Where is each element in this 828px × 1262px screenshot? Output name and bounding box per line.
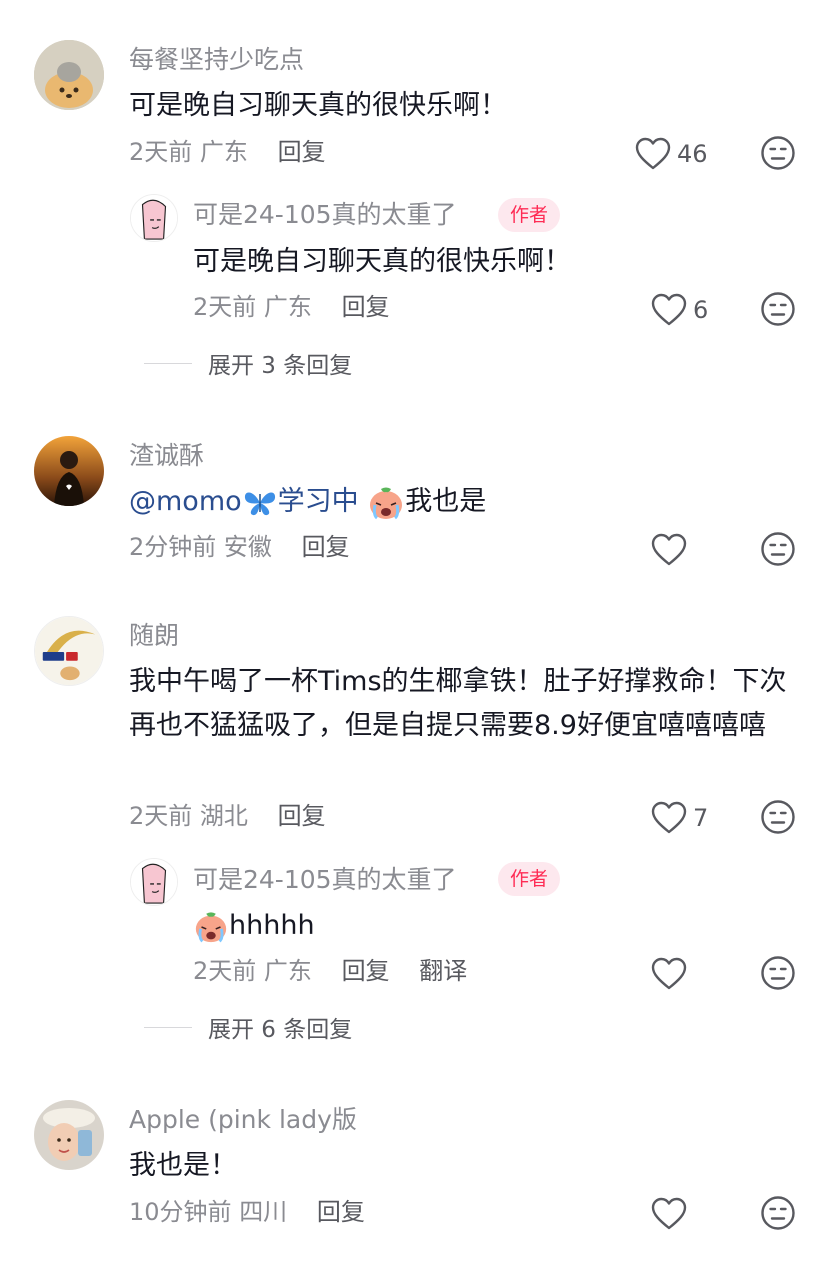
comment-time: 2天前 — [129, 802, 193, 830]
mention-link[interactable]: @momo 学习中 — [129, 486, 359, 517]
comment-time: 10分钟前 — [129, 1198, 232, 1226]
dislike-icon[interactable] — [760, 291, 796, 327]
reply-time: 2天前 — [193, 293, 257, 321]
crying-emoji-icon — [195, 911, 227, 942]
like-button[interactable]: 7 — [651, 798, 708, 838]
comment-meta: 2分钟前 安徽 回复 — [129, 531, 350, 563]
reply-username[interactable]: 可是24-105真的太重了 — [193, 864, 457, 896]
expand-replies[interactable]: 展开 6 条回复 — [144, 1010, 352, 1044]
dislike-icon[interactable] — [760, 531, 796, 567]
reply-time: 2天前 — [193, 957, 257, 985]
dislike-icon[interactable] — [760, 955, 796, 991]
comment-meta: 2天前 湖北 回复 — [129, 800, 326, 832]
translate-button[interactable]: 翻译 — [419, 957, 467, 985]
username[interactable]: 每餐坚持少吃点 — [129, 44, 304, 76]
comment-meta: 10分钟前 四川 回复 — [129, 1196, 365, 1228]
comment-time: 2天前 — [129, 138, 193, 166]
username[interactable]: Apple (pink lady版 — [129, 1104, 357, 1136]
like-count: 7 — [693, 804, 709, 832]
reply-text: 可是晚自习聊天真的很快乐啊！ — [193, 246, 571, 277]
comment-location: 湖北 — [199, 802, 248, 830]
reply-location: 广东 — [263, 957, 312, 985]
reply-location: 广东 — [263, 293, 312, 321]
like-button[interactable] — [651, 954, 687, 994]
comment-text: 我也是！ — [129, 1150, 237, 1181]
butterfly-icon — [244, 492, 275, 515]
expand-label: 展开 3 条回复 — [208, 353, 353, 379]
expand-replies[interactable]: 展开 3 条回复 — [144, 346, 352, 380]
reply-button[interactable]: 回复 — [278, 802, 326, 830]
comment-text: @momo 学习中 我也是 — [129, 480, 486, 524]
author-badge: 作者 — [498, 862, 561, 896]
comment-meta: 2天前 广东 回复 — [129, 136, 326, 168]
author-badge: 作者 — [498, 198, 561, 232]
heart-icon — [635, 137, 671, 170]
username[interactable]: 渣诚酥 — [129, 440, 204, 472]
reply-button[interactable]: 回复 — [342, 293, 390, 321]
reply-button[interactable]: 回复 — [317, 1198, 365, 1226]
avatar[interactable] — [34, 40, 104, 110]
dislike-icon[interactable] — [760, 135, 796, 171]
crying-emoji-icon — [370, 487, 403, 519]
like-button[interactable]: 6 — [651, 290, 708, 330]
dislike-icon[interactable] — [760, 1195, 796, 1231]
expand-label: 展开 6 条回复 — [208, 1017, 353, 1043]
author-avatar[interactable] — [130, 858, 178, 906]
reply-button[interactable]: 回复 — [302, 533, 350, 561]
like-button[interactable] — [651, 1194, 687, 1234]
heart-icon — [651, 533, 687, 566]
heart-icon — [651, 293, 687, 326]
like-count: 6 — [693, 296, 709, 324]
reply-meta: 2天前 广东 回复 翻译 — [193, 955, 467, 987]
like-button[interactable]: 46 — [635, 134, 708, 174]
like-count: 46 — [677, 140, 708, 168]
divider — [144, 1026, 192, 1028]
avatar[interactable] — [34, 1100, 104, 1170]
reply-button[interactable]: 回复 — [342, 957, 390, 985]
comment-location: 广东 — [199, 138, 248, 166]
reply-button[interactable]: 回复 — [278, 138, 326, 166]
comment-location: 四川 — [239, 1198, 288, 1226]
avatar[interactable] — [34, 436, 104, 506]
dislike-icon[interactable] — [760, 799, 796, 835]
reply-username[interactable]: 可是24-105真的太重了 — [193, 199, 457, 231]
comment-text: 可是晚自习聊天真的很快乐啊！ — [129, 90, 507, 121]
comment-text: 我中午喝了一杯Tims的生椰拿铁！肚子好撑救命！下次再也不猛猛吸了，但是自提只需… — [129, 666, 787, 741]
like-button[interactable] — [651, 530, 687, 570]
heart-icon — [651, 1197, 687, 1230]
divider — [144, 362, 192, 364]
comment-location: 安徽 — [223, 533, 272, 561]
reply-text: hhhhh — [193, 904, 315, 948]
reply-meta: 2天前 广东 回复 — [193, 291, 390, 323]
avatar[interactable] — [34, 616, 104, 686]
author-avatar[interactable] — [130, 194, 178, 242]
comment-time: 2分钟前 — [129, 533, 217, 561]
heart-icon — [651, 957, 687, 990]
heart-icon — [651, 801, 687, 834]
username[interactable]: 随朗 — [129, 620, 179, 652]
